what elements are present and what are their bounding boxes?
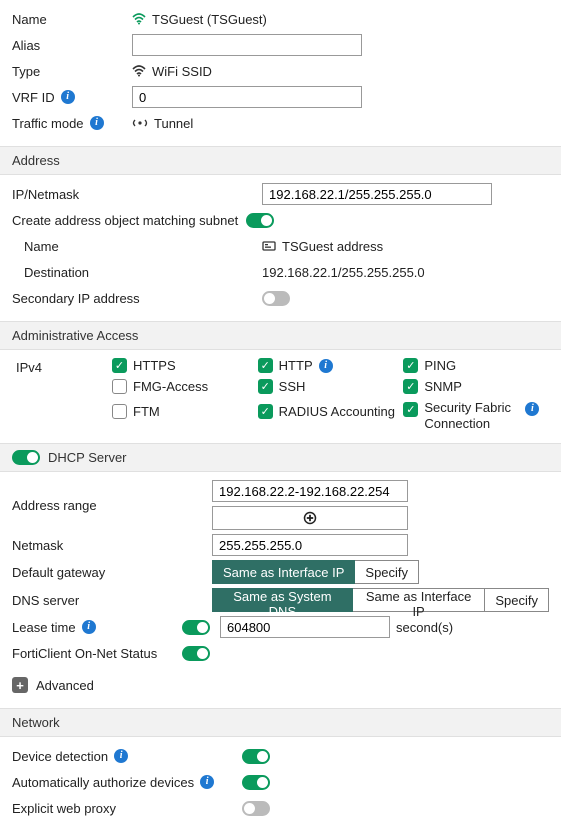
gateway-same-if-button[interactable]: Same as Interface IP — [212, 560, 355, 584]
dhcp-section: Address range Netmask Default gateway Sa… — [0, 472, 561, 708]
cb-ping[interactable]: ✓PING — [403, 358, 549, 373]
addr-name-label: Name — [12, 239, 262, 254]
plus-icon: + — [12, 677, 28, 693]
type-value-wrap: WiFi SSID — [132, 64, 549, 79]
cb-snmp[interactable]: ✓SNMP — [403, 379, 549, 394]
cb-radius[interactable]: ✓RADIUS Accounting — [258, 404, 404, 419]
wifi-ssid-icon — [132, 65, 146, 77]
lease-toggle[interactable] — [182, 620, 210, 635]
onnet-toggle[interactable] — [182, 646, 210, 661]
device-detect-label: Device detection i — [12, 749, 242, 764]
gateway-label: Default gateway — [12, 565, 212, 580]
cb-ftm[interactable]: FTM — [112, 404, 258, 419]
web-proxy-label: Explicit web proxy — [12, 801, 242, 816]
wifi-icon — [132, 13, 146, 25]
vrf-input[interactable] — [132, 86, 362, 108]
create-addr-label: Create address object matching subnet — [12, 213, 238, 228]
gateway-segmented: Same as Interface IP Specify — [212, 560, 419, 584]
admin-section: IPv4 ✓HTTPS FMG-Access FTM ✓HTTPi ✓SSH ✓… — [0, 350, 561, 443]
type-label: Type — [12, 64, 132, 79]
name-label: Name — [12, 12, 132, 27]
traffic-value: Tunnel — [154, 116, 193, 131]
lease-input[interactable] — [220, 616, 390, 638]
auto-auth-toggle[interactable] — [242, 775, 270, 790]
alias-input[interactable] — [132, 34, 362, 56]
netmask-input[interactable] — [212, 534, 408, 556]
vrf-label: VRF ID i — [12, 90, 132, 105]
onnet-label: FortiClient On-Net Status — [12, 646, 182, 661]
ipv4-label: IPv4 — [12, 358, 112, 375]
type-value: WiFi SSID — [152, 64, 212, 79]
create-addr-toggle[interactable] — [246, 213, 274, 228]
alias-label: Alias — [12, 38, 132, 53]
address-object-icon — [262, 240, 276, 252]
general-section: Name TSGuest (TSGuest) Alias Type WiFi S… — [0, 0, 561, 146]
lease-unit: second(s) — [396, 620, 453, 635]
info-icon[interactable]: i — [525, 402, 539, 416]
admin-check-grid: ✓HTTPS FMG-Access FTM ✓HTTPi ✓SSH ✓RADIU… — [112, 358, 549, 431]
cb-fabric[interactable]: ✓Security Fabric Connectioni — [403, 400, 549, 431]
address-section: IP/Netmask Create address object matchin… — [0, 175, 561, 321]
admin-header: Administrative Access — [0, 321, 561, 350]
cb-https[interactable]: ✓HTTPS — [112, 358, 258, 373]
ip-label: IP/Netmask — [12, 187, 262, 202]
ip-input[interactable] — [262, 183, 492, 205]
network-header: Network — [0, 708, 561, 737]
name-value: TSGuest (TSGuest) — [152, 12, 267, 27]
tunnel-icon — [132, 117, 148, 129]
info-icon[interactable]: i — [319, 359, 333, 373]
dhcp-toggle[interactable] — [12, 450, 40, 465]
dhcp-header: DHCP Server — [0, 443, 561, 472]
web-proxy-toggle[interactable] — [242, 801, 270, 816]
network-section: Device detection i Automatically authori… — [0, 737, 561, 831]
range-input[interactable] — [212, 480, 408, 502]
dns-same-if-button[interactable]: Same as Interface IP — [353, 588, 486, 612]
cb-ssh[interactable]: ✓SSH — [258, 379, 404, 394]
dns-segmented: Same as System DNS Same as Interface IP … — [212, 588, 549, 612]
info-icon[interactable]: i — [61, 90, 75, 104]
dest-label: Destination — [12, 265, 262, 280]
add-range-button[interactable] — [212, 506, 408, 530]
addr-name-value: TSGuest address — [282, 239, 383, 254]
cb-fmg[interactable]: FMG-Access — [112, 379, 258, 394]
dns-same-sys-button[interactable]: Same as System DNS — [212, 588, 353, 612]
secondary-ip-toggle[interactable] — [262, 291, 290, 306]
cb-http[interactable]: ✓HTTPi — [258, 358, 404, 373]
info-icon[interactable]: i — [82, 620, 96, 634]
info-icon[interactable]: i — [200, 775, 214, 789]
dest-value: 192.168.22.1/255.255.255.0 — [262, 265, 425, 280]
addr-name-value-wrap: TSGuest address — [262, 239, 549, 254]
name-value-wrap: TSGuest (TSGuest) — [132, 12, 549, 27]
auto-auth-label: Automatically authorize devices i — [12, 775, 242, 790]
lease-label: Lease time i — [12, 620, 182, 635]
info-icon[interactable]: i — [114, 749, 128, 763]
advanced-expander[interactable]: + Advanced — [12, 672, 549, 698]
traffic-label: Traffic mode i — [12, 116, 132, 131]
secondary-ip-label: Secondary IP address — [12, 291, 262, 306]
device-detect-toggle[interactable] — [242, 749, 270, 764]
traffic-value-wrap: Tunnel — [132, 116, 549, 131]
address-header: Address — [0, 146, 561, 175]
info-icon[interactable]: i — [90, 116, 104, 130]
dns-label: DNS server — [12, 593, 212, 608]
dns-specify-button[interactable]: Specify — [485, 588, 549, 612]
netmask-label: Netmask — [12, 538, 212, 553]
range-label: Address range — [12, 498, 212, 513]
gateway-specify-button[interactable]: Specify — [355, 560, 419, 584]
